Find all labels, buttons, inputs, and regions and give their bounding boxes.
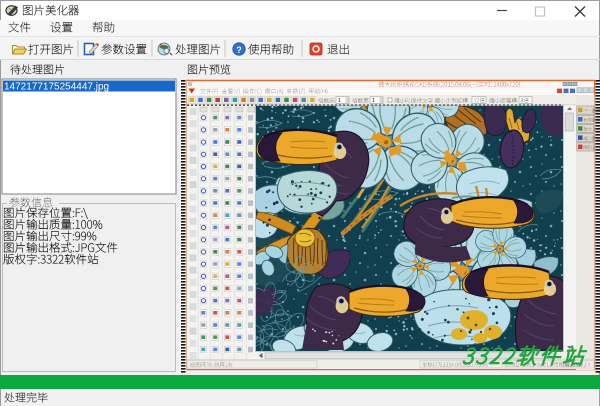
svg-text:?: ? — [236, 45, 242, 55]
svg-text:1472177175254447.jpg: 1472177175254447.jpg — [4, 82, 109, 93]
svg-text:1: 1 — [372, 98, 375, 104]
svg-text:1: 1 — [338, 98, 341, 104]
